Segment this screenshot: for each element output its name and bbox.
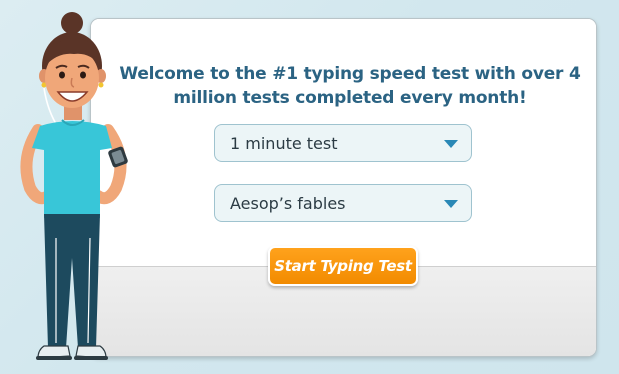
test-text-select[interactable]: Aesop’s fables bbox=[214, 184, 472, 222]
test-duration-value: 1 minute test bbox=[230, 134, 338, 153]
test-text-value: Aesop’s fables bbox=[230, 194, 346, 213]
chevron-down-icon bbox=[444, 200, 458, 208]
chevron-down-icon bbox=[444, 140, 458, 148]
test-settings-card: Welcome to the #1 typing speed test with… bbox=[90, 18, 597, 357]
woman-mascot-illustration bbox=[20, 12, 128, 360]
welcome-message: Welcome to the #1 typing speed test with… bbox=[119, 64, 581, 108]
start-typing-test-button[interactable]: Start Typing Test bbox=[268, 246, 418, 286]
test-duration-select[interactable]: 1 minute test bbox=[214, 124, 472, 162]
